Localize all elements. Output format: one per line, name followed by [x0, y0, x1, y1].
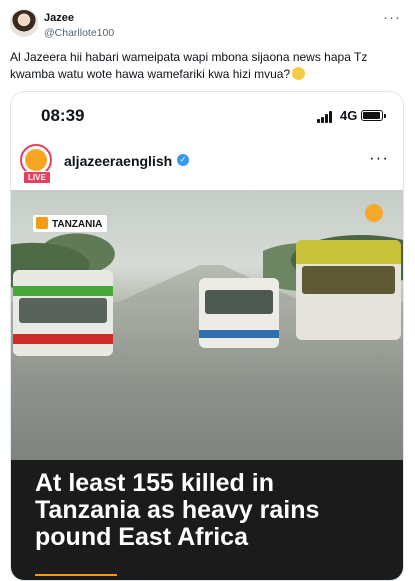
flood-photo: TANZANIA — [11, 190, 403, 460]
tweet-media[interactable]: 08:39 4G LIVE aljazeeraenglish ✓ ··· TAN… — [10, 91, 404, 581]
location-pin-icon — [36, 217, 48, 229]
battery-icon — [361, 110, 386, 121]
signal-icon — [317, 111, 335, 123]
headline-panel: At least 155 killed in Tanzania as heavy… — [11, 460, 403, 580]
headline-underline — [35, 574, 117, 576]
bus-center — [199, 278, 279, 348]
tweet: Jazee @Charllote100 ··· Al Jazeera hii h… — [0, 0, 415, 581]
location-tag: TANZANIA — [33, 215, 108, 232]
account-name[interactable]: aljazeeraenglish — [64, 153, 172, 169]
author-avatar[interactable] — [10, 9, 38, 37]
instagram-post-header: LIVE aljazeeraenglish ✓ ··· — [11, 136, 403, 190]
thinking-face-icon — [292, 67, 306, 80]
tweet-text: Al Jazeera hii habari wameipata wapi mbo… — [10, 49, 405, 83]
post-more-icon[interactable]: ··· — [369, 148, 389, 168]
tweet-text-body: Al Jazeera hii habari wameipata wapi mbo… — [10, 50, 368, 81]
author-handle[interactable]: @Charllote100 — [44, 27, 114, 39]
bus-right — [296, 240, 401, 340]
verified-badge-icon: ✓ — [177, 154, 189, 166]
network-label: 4G — [340, 108, 358, 123]
more-options-icon[interactable]: ··· — [383, 9, 401, 26]
live-badge: LIVE — [23, 171, 51, 184]
author-name[interactable]: Jazee — [44, 12, 74, 24]
phone-status-bar: 08:39 4G — [11, 92, 403, 136]
aljazeera-watermark — [365, 204, 383, 223]
headline-text: At least 155 killed in Tanzania as heavy… — [35, 469, 320, 551]
status-time: 08:39 — [41, 106, 85, 125]
aljazeera-logo-icon — [365, 204, 383, 222]
bus-left — [13, 270, 113, 356]
location-tag-text: TANZANIA — [52, 219, 103, 230]
